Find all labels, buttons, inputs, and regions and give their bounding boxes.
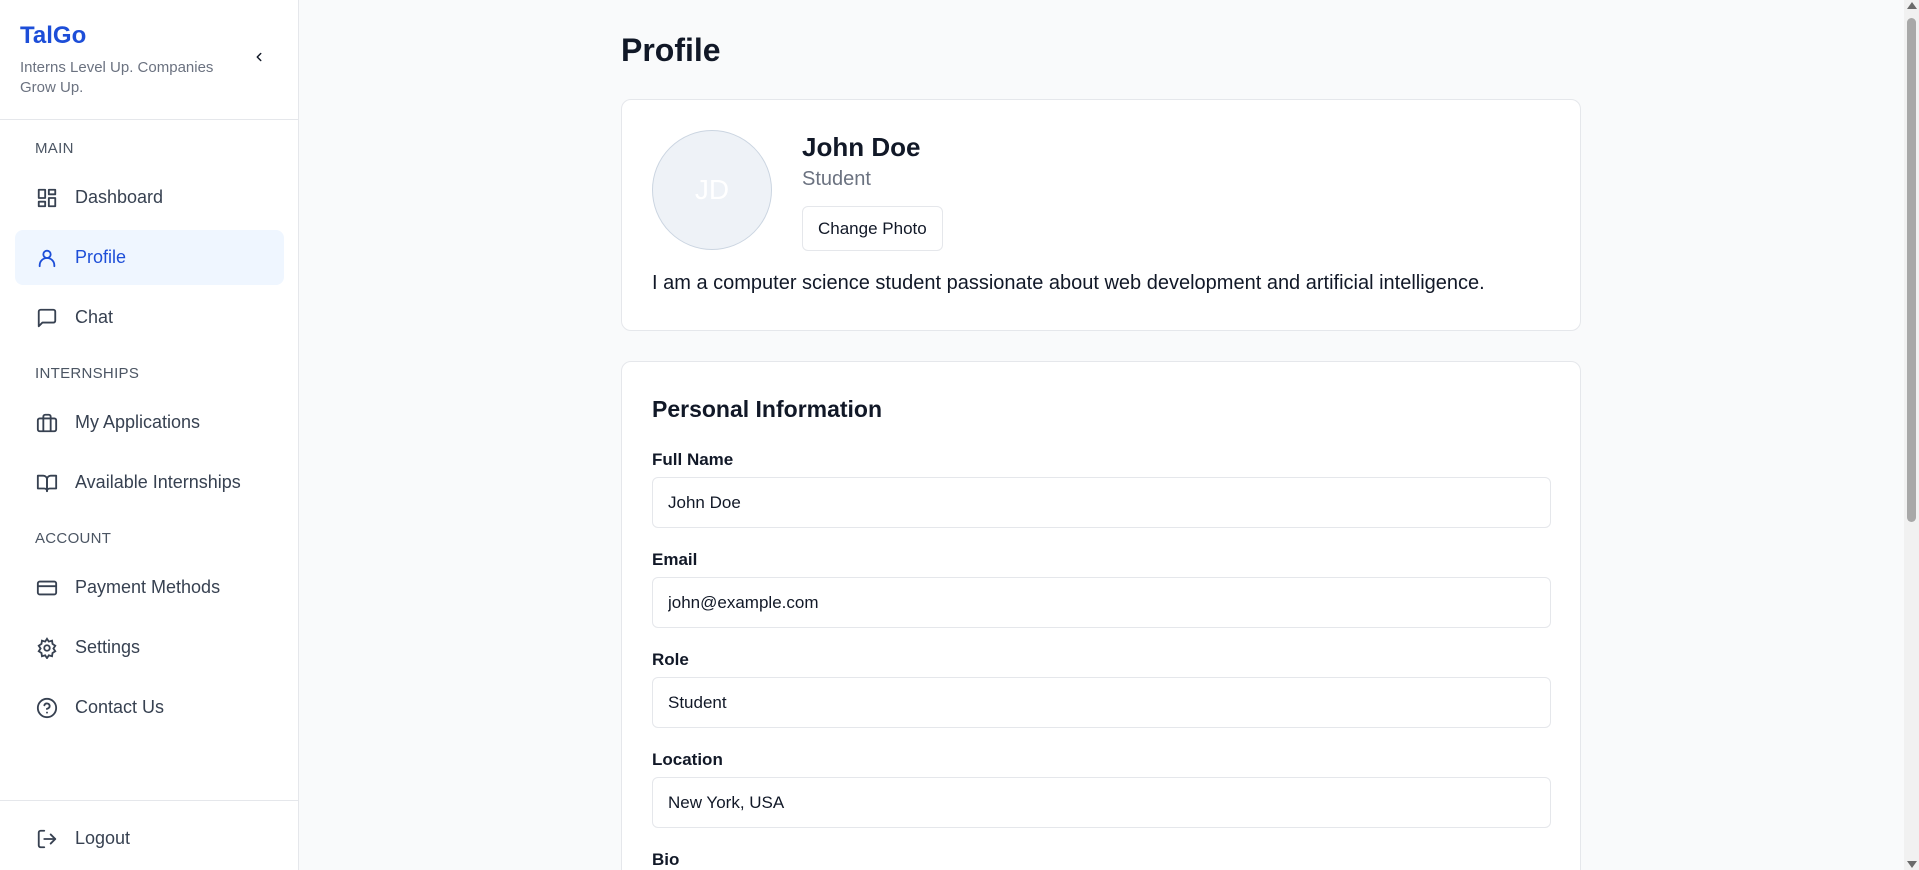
role-input[interactable] (652, 677, 1551, 728)
location-label: Location (652, 750, 723, 769)
collapse-sidebar-button[interactable] (248, 46, 270, 68)
logout-button[interactable]: Logout (15, 811, 284, 866)
email-input[interactable] (652, 577, 1551, 628)
briefcase-icon (35, 411, 59, 435)
user-name: John Doe (802, 132, 921, 162)
sidebar: TalGo Interns Level Up. Companies Grow U… (0, 0, 299, 870)
sidebar-item-label: Payment Methods (75, 577, 221, 597)
section-label-account: ACCOUNT (35, 530, 112, 547)
profile-summary-card: JD John Doe Student Change Photo I am a … (621, 99, 1581, 331)
location-input[interactable] (652, 777, 1551, 828)
help-circle-icon (35, 696, 59, 720)
page-title: Profile (621, 32, 721, 68)
book-icon (35, 471, 59, 495)
change-photo-button[interactable]: Change Photo (802, 206, 943, 251)
email-label: Email (652, 550, 698, 569)
sidebar-item-my-applications[interactable]: My Applications (15, 395, 284, 450)
scrollbar-thumb[interactable] (1907, 18, 1916, 522)
logout-label: Logout (75, 828, 131, 848)
chevron-left-icon (256, 52, 262, 62)
logout-icon (35, 827, 59, 851)
sidebar-item-chat[interactable]: Chat (15, 290, 284, 345)
sidebar-item-payment-methods[interactable]: Payment Methods (15, 560, 284, 615)
dashboard-icon (35, 186, 59, 210)
sidebar-item-label: Settings (75, 637, 141, 657)
sidebar-item-profile[interactable]: Profile (15, 230, 284, 285)
full-name-label: Full Name (652, 450, 734, 469)
credit-card-icon (35, 576, 59, 600)
page-scrollbar[interactable] (1904, 0, 1919, 870)
role-label: Role (652, 650, 689, 669)
chat-icon (35, 306, 59, 330)
sidebar-item-label: My Applications (75, 412, 201, 432)
brand-header: TalGo Interns Level Up. Companies Grow U… (0, 0, 298, 120)
avatar: JD (652, 130, 772, 250)
bio-label: Bio (652, 850, 680, 869)
sidebar-item-available-internships[interactable]: Available Internships (15, 455, 284, 510)
sidebar-item-label: Dashboard (75, 187, 164, 207)
full-name-input[interactable] (652, 477, 1551, 528)
personal-information-card: Personal Information Full Name Email Rol… (621, 361, 1581, 870)
sidebar-item-label: Contact Us (75, 697, 165, 717)
sidebar-footer: Logout (0, 800, 299, 870)
profile-bio: I am a computer science student passiona… (652, 272, 1485, 294)
section-label-internships: INTERNSHIPS (35, 365, 140, 382)
user-icon (35, 246, 59, 270)
sidebar-item-label: Chat (75, 307, 114, 327)
sidebar-item-label: Available Internships (75, 472, 241, 492)
scroll-up-arrow-icon[interactable] (1907, 2, 1917, 9)
sidebar-item-dashboard[interactable]: Dashboard (15, 170, 284, 225)
scroll-down-arrow-icon[interactable] (1907, 861, 1917, 868)
brand-tagline: Interns Level Up. Companies Grow Up. (20, 59, 214, 96)
sidebar-item-settings[interactable]: Settings (15, 620, 284, 675)
gear-icon (35, 636, 59, 660)
user-role: Student (802, 168, 871, 190)
brand-logo[interactable]: TalGo (20, 22, 278, 50)
section-label-main: MAIN (35, 140, 74, 157)
sidebar-item-contact-us[interactable]: Contact Us (15, 680, 284, 735)
section-title: Personal Information (652, 396, 883, 422)
sidebar-item-label: Profile (75, 247, 127, 267)
